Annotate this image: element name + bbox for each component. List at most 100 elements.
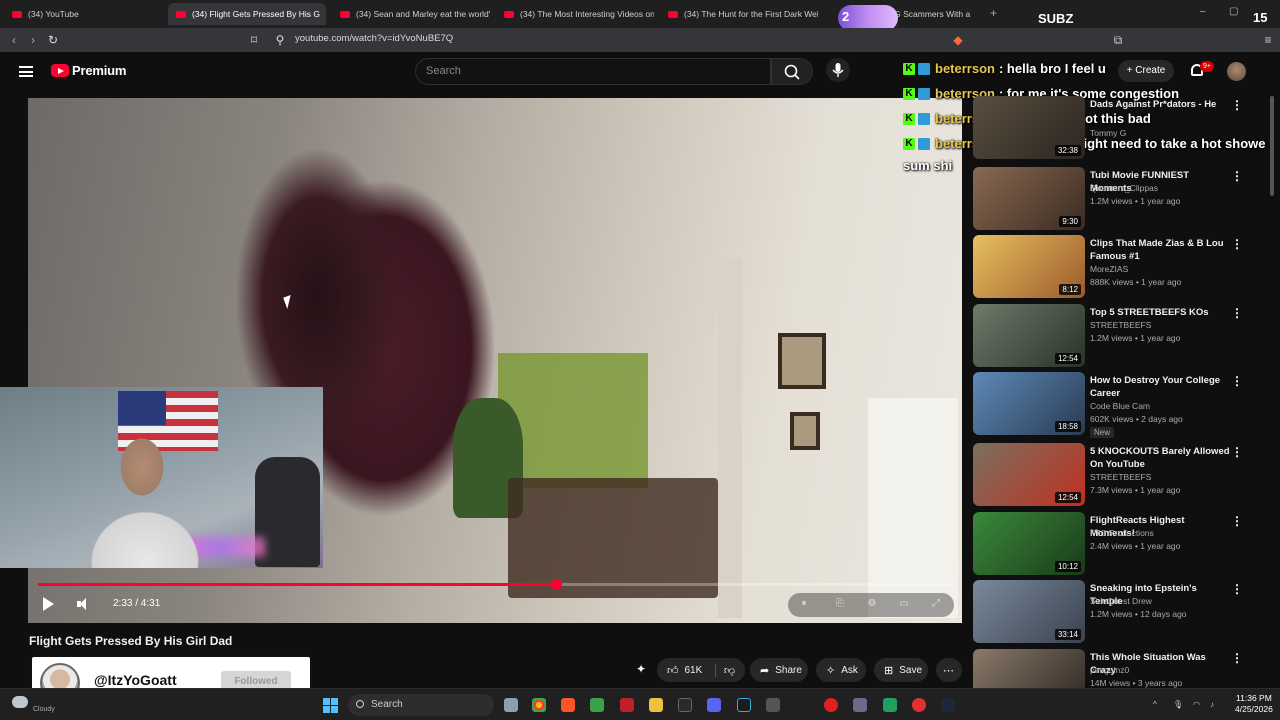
recommendation-title[interactable]: 5 KNOCKOUTS Barely Allowed On YouTube xyxy=(1090,445,1230,471)
recommendation-title[interactable]: Dads Against Pr*dators - He xyxy=(1090,98,1230,111)
browser-tab[interactable]: (34) YouTube xyxy=(4,3,164,25)
windows-start-icon[interactable] xyxy=(323,698,338,713)
menu-icon[interactable]: ≡ xyxy=(1260,32,1276,48)
fullscreen-icon[interactable]: ⤢ xyxy=(928,597,944,611)
recommendation-channel[interactable]: Code Blue Cam xyxy=(1090,401,1150,411)
search-input[interactable]: Search xyxy=(415,58,771,85)
more-vertical-icon[interactable]: ⋮ xyxy=(1231,169,1243,183)
recommendation-item[interactable]: This Whole Situation Was Crazy penguinz0… xyxy=(973,649,1263,688)
recommendation-channel[interactable]: Tommy G xyxy=(1090,128,1126,138)
recommendation-item[interactable]: 12:54 Top 5 STREETBEEFS KOs STREETBEEFS … xyxy=(973,304,1263,368)
wifi-icon[interactable]: ◠ xyxy=(1193,700,1202,709)
like-button[interactable]: 👍︎ 61K 👎︎ xyxy=(657,658,745,682)
share-button[interactable]: ➦ Share xyxy=(750,658,808,682)
reload-icon[interactable]: ↻ xyxy=(45,32,61,48)
discord-icon[interactable] xyxy=(707,698,721,712)
settings-gear-icon[interactable]: ⚙ xyxy=(864,597,880,611)
hype-icon[interactable]: ✦ xyxy=(636,662,646,676)
browser-tab[interactable]: (34) The Hunt for the First Dark Web xyxy=(660,3,818,25)
more-vertical-icon[interactable]: ⋮ xyxy=(1231,237,1243,251)
recommendation-channel[interactable]: STREETBEEFS xyxy=(1090,320,1151,330)
taskbar-clock[interactable]: 11:36 PM 4/25/2026 xyxy=(1235,693,1273,715)
recommendation-item[interactable]: 9:30 Tubi Movie FUNNIEST Moments Quantum… xyxy=(973,167,1263,231)
progress-bar[interactable] xyxy=(38,579,954,590)
tray-chevron-icon[interactable]: ^ xyxy=(1153,700,1162,709)
task-view-icon[interactable] xyxy=(504,698,518,712)
site-info-icon[interactable]: ⚲ xyxy=(272,32,288,48)
video-thumbnail[interactable] xyxy=(973,649,1085,688)
more-vertical-icon[interactable]: ⋮ xyxy=(1231,306,1243,320)
app-icon[interactable] xyxy=(912,698,926,712)
app-icon[interactable] xyxy=(737,698,751,712)
microphone-tray-icon[interactable]: 🎙︎ xyxy=(1173,700,1183,709)
guide-menu-icon[interactable] xyxy=(19,66,33,77)
video-thumbnail[interactable]: 18:58 xyxy=(973,372,1085,435)
volume-icon[interactable] xyxy=(77,598,89,610)
url-text[interactable]: youtube.com/watch?v=idYvoNuBE7Q xyxy=(295,33,453,44)
more-actions-button[interactable]: ⋯ xyxy=(936,658,962,682)
more-vertical-icon[interactable]: ⋮ xyxy=(1231,651,1243,665)
browser-tab-active[interactable]: (34) Flight Gets Pressed By His G ✕ xyxy=(168,3,326,25)
recommendation-item[interactable]: 32:38 Dads Against Pr*dators - He Tommy … xyxy=(973,96,1263,160)
recommendation-item[interactable]: 12:54 5 KNOCKOUTS Barely Allowed On YouT… xyxy=(973,443,1263,507)
chrome-icon[interactable] xyxy=(532,698,546,712)
video-thumbnail[interactable]: 32:38 xyxy=(973,96,1085,159)
recommendation-item[interactable]: 33:14 Sneaking into Epstein's Temple Sid… xyxy=(973,580,1263,644)
recommendation-item[interactable]: 8:12 Clips That Made Zias & B Lou Famous… xyxy=(973,235,1263,299)
more-vertical-icon[interactable]: ⋮ xyxy=(1231,445,1243,459)
recommendation-item[interactable]: 10:12 FlightReacts Highest Moments! FTC … xyxy=(973,512,1263,576)
video-thumbnail[interactable]: 10:12 xyxy=(973,512,1085,575)
back-icon[interactable]: ‹ xyxy=(6,32,22,48)
capcut-icon[interactable] xyxy=(620,698,634,712)
pause-autoplay-icon[interactable]: ⏸ xyxy=(796,597,812,611)
captions-icon[interactable]: ⎘ xyxy=(832,597,848,611)
youtube-logo-icon[interactable] xyxy=(51,64,69,77)
more-vertical-icon[interactable]: ⋮ xyxy=(1231,514,1243,528)
recommendation-channel[interactable]: Quantum_Clippas xyxy=(1090,183,1158,193)
steam-icon[interactable] xyxy=(941,698,955,712)
browser-tab[interactable]: (34) Sean and Marley eat the world's xyxy=(332,3,490,25)
weather-cloud-icon[interactable] xyxy=(12,696,28,708)
extensions-icon[interactable]: ⧉ xyxy=(1110,32,1126,48)
video-thumbnail[interactable]: 12:54 xyxy=(973,304,1085,367)
opera-icon[interactable] xyxy=(824,698,838,712)
recommendation-channel[interactable]: SideQuest Drew xyxy=(1090,596,1152,606)
app-icon[interactable] xyxy=(766,698,780,712)
taskbar-search[interactable]: Search xyxy=(348,694,494,716)
brave-shield-icon[interactable]: ◆ xyxy=(950,32,966,48)
recommendation-title[interactable]: Top 5 STREETBEEFS KOs xyxy=(1090,306,1230,319)
more-vertical-icon[interactable]: ⋮ xyxy=(1231,374,1243,388)
file-explorer-icon[interactable] xyxy=(649,698,663,712)
scrollbar-thumb[interactable] xyxy=(1270,96,1274,196)
more-vertical-icon[interactable]: ⋮ xyxy=(1231,582,1243,596)
brave-icon[interactable] xyxy=(561,698,575,712)
video-thumbnail[interactable]: 12:54 xyxy=(973,443,1085,506)
recommendation-channel[interactable]: FTC Productions xyxy=(1090,528,1154,538)
recommendation-title[interactable]: Clips That Made Zias & B Lou Famous #1 xyxy=(1090,237,1230,263)
ask-button[interactable]: ✧ Ask xyxy=(816,658,866,682)
video-thumbnail[interactable]: 33:14 xyxy=(973,580,1085,643)
recommendation-channel[interactable]: STREETBEEFS xyxy=(1090,472,1151,482)
more-vertical-icon[interactable]: ⋮ xyxy=(1231,98,1243,112)
video-thumbnail[interactable]: 9:30 xyxy=(973,167,1085,230)
thumbs-down-icon[interactable]: 👎︎ xyxy=(714,663,735,677)
bookmark-icon[interactable]: ⌑ xyxy=(246,32,262,48)
theater-mode-icon[interactable]: ▭ xyxy=(896,597,912,611)
voice-search-button[interactable] xyxy=(826,58,850,82)
recommendation-item[interactable]: 18:58 How to Destroy Your College Career… xyxy=(973,372,1263,438)
recommendation-channel[interactable]: penguinz0 xyxy=(1090,665,1129,675)
recommendation-title[interactable]: How to Destroy Your College Career xyxy=(1090,374,1230,400)
save-button[interactable]: ⊞ Save xyxy=(874,658,928,682)
video-thumbnail[interactable]: 8:12 xyxy=(973,235,1085,298)
capcut-alt-icon[interactable] xyxy=(678,698,692,712)
play-icon[interactable] xyxy=(43,597,54,611)
premium-logo-text[interactable]: Premium xyxy=(72,63,126,78)
speaker-icon[interactable]: ♪ xyxy=(1210,700,1219,709)
recommendation-channel[interactable]: MoreZIAS xyxy=(1090,264,1128,274)
forward-icon[interactable]: › xyxy=(25,32,41,48)
app-icon[interactable] xyxy=(853,698,867,712)
browser-tab[interactable]: (34) The Most Interesting Videos on xyxy=(496,3,654,25)
app-icon[interactable] xyxy=(883,698,897,712)
xbox-icon[interactable] xyxy=(590,698,604,712)
search-button[interactable] xyxy=(771,58,813,85)
